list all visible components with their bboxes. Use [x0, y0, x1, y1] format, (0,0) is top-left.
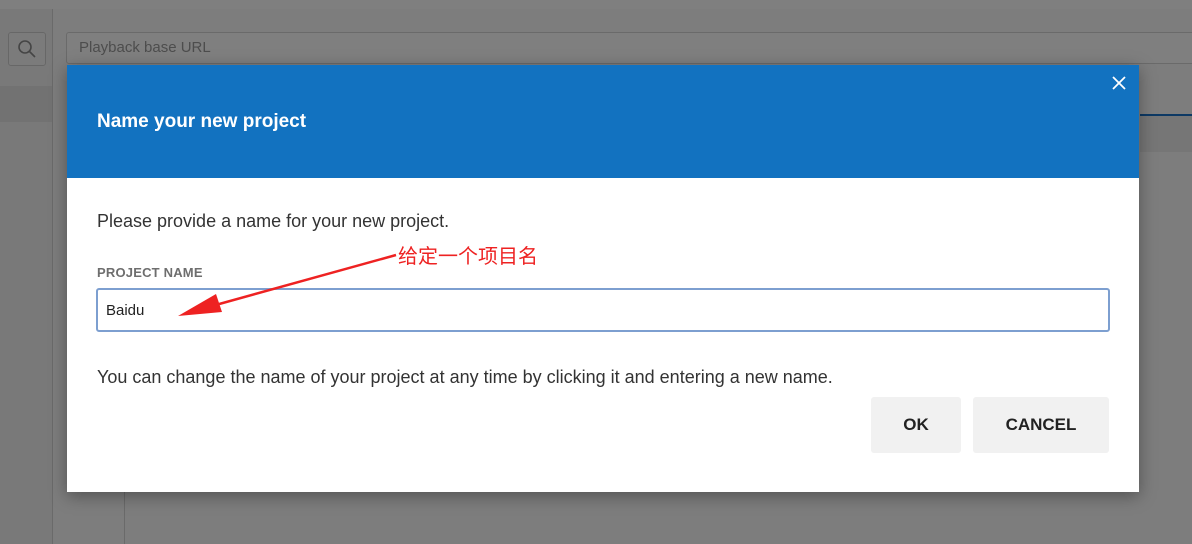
dialog-header: Name your new project	[67, 65, 1139, 178]
rename-hint: You can change the name of your project …	[97, 367, 833, 387]
project-name-input[interactable]	[96, 288, 1110, 332]
close-icon	[1112, 76, 1126, 90]
dialog-prompt: Please provide a name for your new proje…	[97, 211, 450, 231]
close-button[interactable]	[1107, 71, 1131, 95]
ok-button[interactable]: OK	[871, 397, 961, 453]
cancel-button[interactable]: CANCEL	[973, 397, 1109, 453]
dialog-title: Name your new project	[97, 111, 307, 132]
project-name-label: PROJECT NAME	[97, 265, 203, 280]
annotation-text: 给定一个项目名	[398, 244, 538, 268]
new-project-dialog: Name your new project Please provide a n…	[67, 65, 1139, 492]
